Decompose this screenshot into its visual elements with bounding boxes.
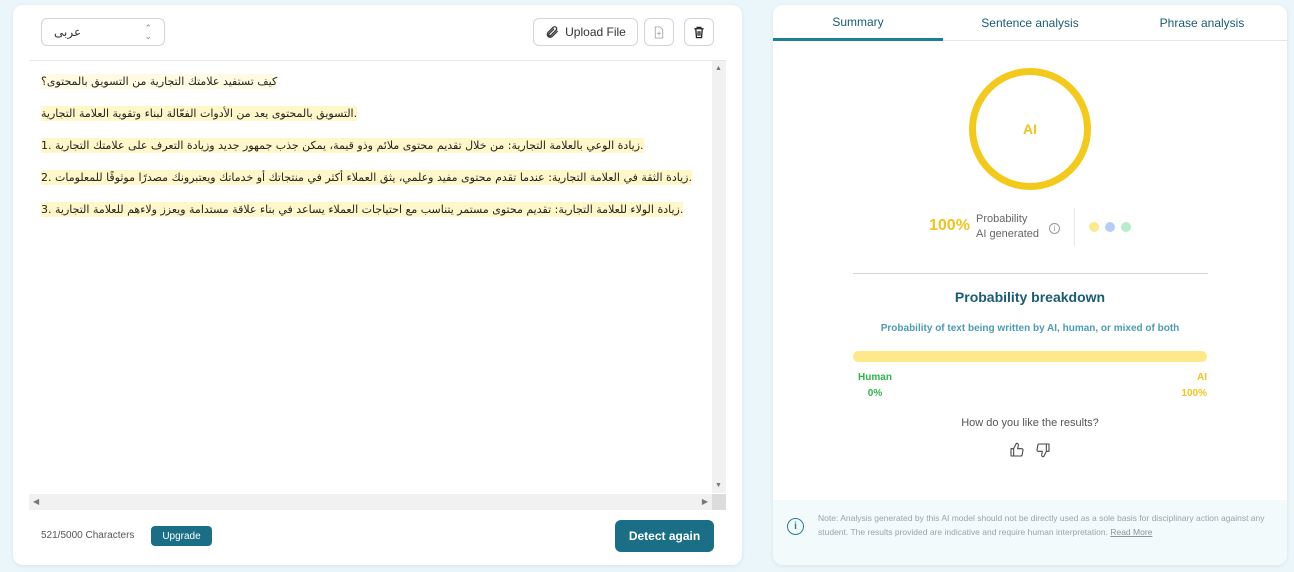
divider (1074, 208, 1075, 246)
ai-label: AI (1197, 372, 1207, 383)
upload-file-label: Upload File (565, 25, 626, 39)
vertical-scrollbar[interactable]: ▲ ▼ (712, 61, 726, 493)
scroll-left-icon[interactable]: ◀ (33, 497, 39, 506)
probability-label: Probability AI generated (976, 213, 1039, 240)
trash-icon (694, 26, 704, 38)
tab-summary[interactable]: Summary (773, 5, 943, 41)
thumbs-up-icon[interactable] (1009, 442, 1025, 458)
scroll-down-icon[interactable]: ▼ (715, 482, 722, 489)
mixed-legend-dot (1105, 222, 1115, 232)
editor-card: عربى ⌃ ⌄ Upload File كيف تستفيد علامتك ال… (13, 5, 742, 565)
editor-line: كيف تستفيد علامتك التجارية من التسويق با… (41, 74, 278, 89)
disclaimer-note: i Note: Analysis generated by this AI mo… (773, 500, 1287, 565)
info-icon[interactable]: i (1049, 223, 1060, 234)
detect-again-button[interactable]: Detect again (615, 520, 714, 552)
ai-score-ring: AI (969, 68, 1091, 190)
paperclip-icon (546, 26, 559, 38)
clear-button[interactable] (684, 18, 714, 46)
human-legend-dot (1121, 222, 1131, 232)
editor-line: 3. زيادة الولاء للعلامة التجارية: تقديم … (41, 202, 684, 217)
horizontal-scrollbar[interactable]: ◀ ▶ (29, 494, 726, 510)
chevron-updown-icon: ⌃ ⌄ (144, 23, 152, 41)
ai-percent: 100% (929, 217, 970, 234)
divider (853, 273, 1208, 274)
character-count: 521/5000 Characters (41, 530, 135, 541)
editor-content[interactable]: كيف تستفيد علامتك التجارية من التسويق با… (29, 61, 712, 493)
human-label: Human (858, 372, 892, 383)
probability-bar (853, 351, 1207, 362)
scrollbar-corner (712, 494, 726, 510)
human-value: 0% (867, 388, 883, 399)
results-tabs: Summary Sentence analysis Phrase analysi… (773, 5, 1287, 41)
language-select-value: عربى (54, 25, 82, 39)
breakdown-title: Probability breakdown (954, 289, 1106, 305)
breakdown-subtitle: Probability of text being written by AI,… (880, 323, 1180, 334)
ai-legend-dot (1089, 222, 1099, 232)
tab-phrase-analysis[interactable]: Phrase analysis (1117, 5, 1287, 41)
note-text: Note: Analysis generated by this AI mode… (818, 513, 1265, 537)
ai-value: 100% (1181, 388, 1207, 399)
editor-line: التسويق بالمحتوى يعد من الأدوات الفعّالة… (41, 106, 358, 121)
editor-line: 1. زيادة الوعي بالعلامة التجارية: من خلا… (41, 138, 644, 153)
document-button[interactable] (644, 18, 674, 46)
read-more-link[interactable]: Read More (1110, 527, 1152, 537)
upgrade-button[interactable]: Upgrade (151, 526, 212, 546)
info-icon: i (787, 518, 804, 535)
thumbs-down-icon[interactable] (1035, 442, 1051, 458)
scroll-up-icon[interactable]: ▲ (715, 65, 722, 72)
scroll-right-icon[interactable]: ▶ (702, 497, 708, 506)
feedback-question: How do you like the results? (961, 417, 1099, 429)
editor-line: 2. زيادة الثقة في العلامة التجارية: عندم… (41, 170, 692, 185)
results-card: Summary Sentence analysis Phrase analysi… (773, 5, 1287, 565)
ring-label: AI (1023, 121, 1037, 137)
upload-file-button[interactable]: Upload File (533, 18, 638, 46)
tab-sentence-analysis[interactable]: Sentence analysis (945, 5, 1115, 41)
language-select[interactable]: عربى ⌃ ⌄ (41, 18, 165, 46)
text-editor[interactable]: كيف تستفيد علامتك التجارية من التسويق با… (29, 60, 726, 510)
document-icon (654, 25, 664, 39)
